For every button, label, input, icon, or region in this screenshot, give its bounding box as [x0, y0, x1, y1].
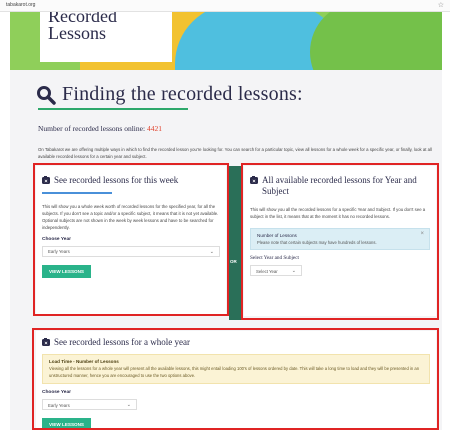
- browser-toolbar: tabakarot.org ☆: [0, 0, 450, 12]
- chevron-down-icon: ⌄: [291, 268, 296, 274]
- address-bar[interactable]: tabakarot.org: [6, 2, 35, 8]
- year-lessons-panel: See recorded lessons for a whole year Lo…: [36, 331, 436, 430]
- week-year-label: Choose Year: [42, 236, 71, 242]
- week-year-select[interactable]: Early Years ⌄: [42, 245, 220, 257]
- week-panel-description: This will show you a whole week worth of…: [42, 203, 219, 230]
- camera-icon: [42, 175, 50, 184]
- subject-panel-title: All available recorded lessons for Year …: [250, 175, 430, 197]
- chevron-down-icon: ⌄: [209, 248, 214, 255]
- week-panel-title: See recorded lessons for this week: [42, 175, 220, 186]
- lesson-count-label: Number of recorded lessons online:: [38, 124, 146, 133]
- week-panel-title-text: See recorded lessons for this week: [54, 175, 179, 185]
- year-year-value: Early Years: [48, 402, 70, 408]
- or-divider: OR: [229, 166, 241, 320]
- hero-title-line2: Lessons: [48, 23, 106, 43]
- week-view-lessons-button[interactable]: View Lessons: [42, 264, 91, 278]
- year-year-label: Choose Year: [42, 390, 71, 395]
- info-body: Please note that certain subjects may ha…: [257, 240, 377, 245]
- or-label: OR: [230, 259, 237, 264]
- close-icon[interactable]: ×: [420, 231, 424, 237]
- week-year-value: Early Years: [48, 249, 70, 254]
- week-panel-underline: [42, 192, 112, 194]
- year-panel-title: See recorded lessons for a whole year: [42, 337, 430, 348]
- lessons-info-alert: Number of Lessons Please note that certa…: [250, 228, 430, 250]
- subject-year-value: Select Year: [256, 268, 278, 274]
- subject-panel-description: This will show you all the recorded less…: [250, 207, 426, 219]
- year-view-lessons-button[interactable]: View Lessons: [42, 418, 91, 430]
- year-year-select[interactable]: Early Years ⌄: [42, 399, 137, 410]
- star-icon[interactable]: ☆: [438, 1, 444, 9]
- camera-icon: [250, 175, 258, 184]
- lesson-count-value: 4421: [146, 124, 162, 133]
- camera-icon: [42, 337, 50, 346]
- hero-banner: Recorded Lessons: [10, 12, 442, 70]
- subject-panel-title-text: All available recorded lessons for Year …: [262, 175, 417, 196]
- subject-select-label: Select Year and Subject: [250, 255, 299, 261]
- hero-title-card: Recorded Lessons: [40, 12, 172, 62]
- hero-shape-green: [310, 12, 442, 70]
- page-heading: Finding the recorded lessons:: [36, 83, 303, 106]
- info-title: Number of Lessons: [257, 233, 297, 238]
- heading-underline: [38, 108, 188, 110]
- lesson-count: Number of recorded lessons online: 4421: [38, 124, 162, 133]
- search-icon: [36, 85, 56, 105]
- warning-title: Load Time - Number of Lessons: [49, 359, 119, 364]
- year-panel-title-text: See recorded lessons for a whole year: [54, 337, 190, 347]
- load-time-warning: Load Time - Number of Lessons Viewing al…: [42, 354, 430, 384]
- subject-lessons-panel: All available recorded lessons for Year …: [244, 166, 436, 316]
- chevron-down-icon: ⌄: [126, 402, 131, 408]
- week-lessons-panel: See recorded lessons for this week This …: [36, 166, 226, 316]
- subject-year-select[interactable]: Select Year ⌄: [250, 265, 302, 276]
- warning-body: Viewing all the lessons for a whole year…: [49, 366, 420, 378]
- page-title: Finding the recorded lessons:: [62, 83, 303, 105]
- intro-text: On Tabakarot we are offering multiple wa…: [38, 147, 432, 159]
